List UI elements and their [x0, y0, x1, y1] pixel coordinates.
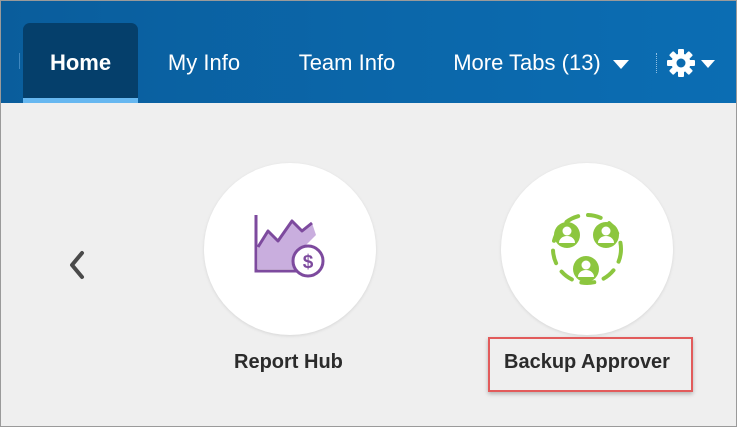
- tab-more-tabs[interactable]: More Tabs (13): [441, 1, 641, 103]
- tab-my-info[interactable]: My Info: [153, 1, 255, 103]
- backup-approver-tile-circle[interactable]: [501, 163, 673, 335]
- caret-down-icon: [612, 59, 629, 69]
- tab-team-info[interactable]: Team Info: [281, 1, 413, 103]
- active-tab-indicator: [23, 98, 138, 103]
- highlight-box: [488, 337, 693, 392]
- tab-team-info-label: Team Info: [298, 50, 396, 75]
- tab-more-tabs-label: More Tabs (13): [453, 50, 601, 75]
- top-navigation-bar: Home My Info Team Info More Tabs (13): [1, 1, 736, 103]
- nav-divider: [656, 53, 657, 73]
- caret-down-icon: [701, 60, 715, 68]
- chart-dollar-icon: $: [254, 215, 325, 278]
- people-cycle-icon: [551, 213, 623, 285]
- app-frame: Home My Info Team Info More Tabs (13) $ …: [0, 0, 737, 427]
- tab-home-label: Home: [49, 50, 112, 75]
- tab-home[interactable]: Home: [23, 23, 138, 103]
- carousel-prev-button[interactable]: [61, 245, 93, 285]
- nav-divider: [19, 53, 20, 69]
- report-hub-tile-circle[interactable]: $: [204, 163, 376, 335]
- tab-my-info-label: My Info: [167, 50, 241, 75]
- chevron-left-icon: [70, 251, 84, 279]
- svg-text:$: $: [303, 252, 314, 273]
- settings-menu-button[interactable]: [665, 45, 725, 81]
- gear-icon: [667, 49, 695, 77]
- report-hub-label: Report Hub: [234, 351, 343, 373]
